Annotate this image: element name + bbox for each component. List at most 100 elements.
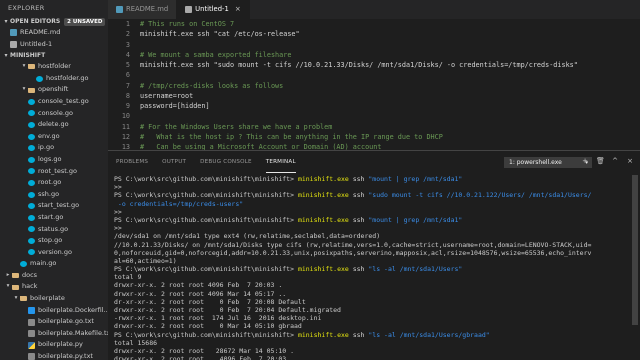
- code-line[interactable]: 7 # /tmp/creds-disks looks as follows: [108, 81, 640, 91]
- terminal-cmd: minishift.exe: [297, 265, 349, 274]
- text-file-icon: [28, 330, 35, 338]
- tree-file[interactable]: ip.go: [0, 142, 108, 154]
- close-icon[interactable]: ×: [626, 157, 634, 166]
- tab-output[interactable]: OUTPUT: [162, 151, 186, 173]
- tree-file[interactable]: root_test.go: [0, 166, 108, 178]
- code-text: # This runs on CentOS 7: [140, 20, 235, 28]
- tree-item-label: console.go: [38, 108, 74, 117]
- tree-file[interactable]: console.go: [0, 108, 108, 120]
- code-line[interactable]: 10: [108, 111, 640, 121]
- code-line[interactable]: 8 username=root: [108, 91, 640, 101]
- code-text: username=root: [140, 91, 194, 100]
- go-file-icon: [28, 98, 35, 105]
- terminal-text: drwxr-xr-x. 2 root root 0 Feb 7 20:04 De…: [114, 306, 341, 314]
- tree-file[interactable]: boilerplate.Makefile.txt: [0, 328, 108, 340]
- terminal-line: total 15686: [114, 339, 630, 347]
- tree-file[interactable]: boilerplate.Dockerfil...: [0, 305, 108, 317]
- code-line[interactable]: 11 # For the Windows Users share we have …: [108, 122, 640, 132]
- line-number: 12: [121, 132, 130, 141]
- tree-file[interactable]: console_test.go: [0, 96, 108, 108]
- terminal-text: total 9: [114, 273, 142, 282]
- tree-file[interactable]: version.go: [0, 247, 108, 259]
- line-number: 5: [125, 61, 130, 69]
- tree-item-label: version.go: [38, 247, 72, 256]
- terminal-line: -rwxr-xr-x. 1 root root 174 Jul 16 2016 …: [114, 314, 630, 322]
- tree-folder[interactable]: ▾ boilerplate: [0, 293, 108, 305]
- tab-label: README.md: [126, 5, 169, 13]
- add-terminal-icon[interactable]: +: [581, 157, 589, 166]
- python-icon: [28, 341, 35, 349]
- tree-file[interactable]: env.go: [0, 131, 108, 143]
- code-line[interactable]: 5 minishift.exe ssh "sudo mount -t cifs /…: [108, 60, 640, 70]
- trash-icon[interactable]: 🗑: [596, 157, 605, 166]
- terminal-cmd: minishift.exe: [297, 215, 349, 224]
- tree-file[interactable]: boilerplate.py: [0, 339, 108, 351]
- code-line[interactable]: 9 password=[hidden]: [108, 101, 640, 111]
- tree-file[interactable]: boilerplate.py.txt: [0, 351, 108, 360]
- code-text: # Can be using a Microsoft Account or Do…: [140, 143, 382, 150]
- tab-debug-console[interactable]: DEBUG CONSOLE: [200, 151, 252, 173]
- tree-file[interactable]: stop.go: [0, 235, 108, 247]
- tree-file[interactable]: boilerplate.go.txt: [0, 316, 108, 328]
- terminal-line: drwxr-xr-x. 2 root root 4096 Feb 7 20:03…: [114, 355, 630, 360]
- tree-file[interactable]: main.go: [0, 258, 108, 270]
- tab-terminal[interactable]: TERMINAL: [265, 151, 296, 173]
- code-text: # We mount a samba exported fileshare: [140, 50, 292, 59]
- code-line[interactable]: 4 # We mount a samba exported fileshare: [108, 50, 640, 60]
- tree-item-label: hack: [22, 282, 38, 291]
- folder-icon: [20, 296, 27, 302]
- open-editor-item[interactable]: Untitled-1: [0, 39, 108, 51]
- tree-file[interactable]: ssh.go: [0, 189, 108, 201]
- tree-file[interactable]: logs.go: [0, 154, 108, 166]
- tree-folder[interactable]: ▾ hostfolder: [0, 61, 108, 73]
- tree-file[interactable]: root.go: [0, 177, 108, 189]
- chevron-down-icon: ▾: [22, 86, 26, 93]
- tab-problems[interactable]: PROBLEMS: [116, 151, 148, 173]
- file-tree: ▾ hostfolder hostfolder.go ▾ openshift consol…: [0, 61, 108, 360]
- close-icon[interactable]: ×: [235, 0, 241, 19]
- explorer-sidebar: EXPLORER ▾ OPEN EDITORS 2 UNSAVED README…: [0, 0, 108, 360]
- code-line[interactable]: 13 # Can be using a Microsoft Account or …: [108, 142, 640, 150]
- terminal-select-value: 1: powershell.exe: [509, 159, 562, 166]
- terminal-prompt: PS C:\work\src\github.com\minishift\mini…: [114, 215, 298, 224]
- tree-file[interactable]: delete.go: [0, 119, 108, 131]
- tree-folder[interactable]: ▸ docs: [0, 270, 108, 282]
- tree-item-label: openshift: [38, 85, 69, 94]
- terminal-str: "sudo mount -t cifs //10.0.21.122/Users/…: [368, 191, 592, 200]
- code-line[interactable]: 3: [108, 40, 640, 50]
- maximize-icon[interactable]: ^: [611, 157, 619, 166]
- open-editor-item[interactable]: README.md: [0, 27, 108, 39]
- terminal-scrollbar[interactable]: [632, 175, 638, 325]
- tree-file[interactable]: hostfolder.go: [0, 73, 108, 85]
- terminal-line: >>: [114, 183, 630, 191]
- tree-file[interactable]: status.go: [0, 224, 108, 236]
- tree-item-label: ip.go: [38, 143, 55, 152]
- tab-untitled-1[interactable]: Untitled-1 ×: [177, 0, 250, 19]
- terminal-line: drwxr-xr-x. 2 root root 0 Mar 14 05:10 g…: [114, 322, 630, 330]
- code-line[interactable]: 2 minishift.exe ssh "cat /etc/os-release": [108, 29, 640, 39]
- terminal-output[interactable]: PS C:\work\src\github.com\minishift\mini…: [114, 175, 630, 360]
- terminal-text: drwxr-xr-x. 2 root root 4096 Feb 7 20:03…: [114, 281, 283, 290]
- code-line[interactable]: 6: [108, 70, 640, 80]
- tab-readme[interactable]: README.md: [108, 0, 178, 19]
- tree-item-label: env.go: [38, 131, 60, 140]
- open-editors-section[interactable]: ▾ OPEN EDITORS 2 UNSAVED: [0, 16, 108, 27]
- code-line[interactable]: 1 # This runs on CentOS 7: [108, 19, 640, 29]
- project-section[interactable]: ▾ MINISHIFT: [0, 50, 108, 61]
- bottom-panel: PROBLEMS OUTPUT DEBUG CONSOLE TERMINAL 1…: [108, 150, 640, 360]
- terminal-line: drwxr-xr-x. 2 root root 28672 Mar 14 05:…: [114, 347, 630, 355]
- terminal-text: drwxr-xr-x. 2 root root 4096 Mar 14 05:1…: [114, 289, 287, 298]
- tree-item-label: boilerplate.go.txt: [38, 317, 94, 326]
- tree-folder[interactable]: ▾ hack: [0, 281, 108, 293]
- terminal-select[interactable]: 1: powershell.exe ▾: [504, 157, 592, 168]
- tree-file[interactable]: start_test.go: [0, 200, 108, 212]
- terminal-str: "mount | grep /mnt/sda1": [368, 175, 463, 183]
- tree-item-label: root_test.go: [38, 166, 77, 175]
- terminal-line: total 9: [114, 273, 630, 281]
- code-line[interactable]: 12 # What is the host ip ? This can be an…: [108, 132, 640, 142]
- go-file-icon: [28, 179, 35, 186]
- tree-file[interactable]: start.go: [0, 212, 108, 224]
- terminal-line: /dev/sda1 on /mnt/sda1 type ext4 (rw,rel…: [114, 232, 630, 240]
- code-editor[interactable]: 1 # This runs on CentOS 7 2 minishift.exe s…: [108, 19, 640, 150]
- tree-folder[interactable]: ▾ openshift: [0, 84, 108, 96]
